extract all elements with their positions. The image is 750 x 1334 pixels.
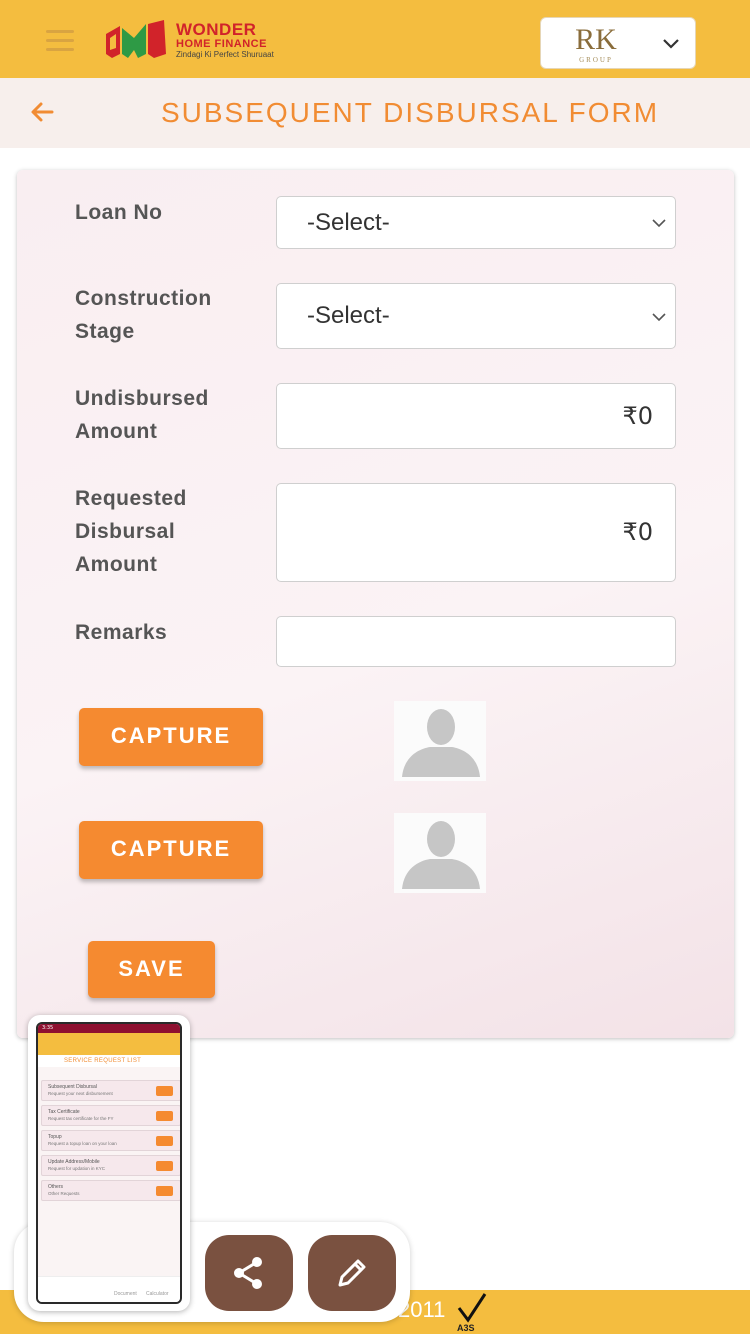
list-item-subtitle: Request a topup loan on your loan — [48, 1141, 117, 1146]
user-placeholder-icon — [394, 813, 486, 893]
brand-tagline: Zindagi Ki Perfect Shuruaat — [176, 50, 274, 59]
list-item-button — [156, 1111, 173, 1121]
list-item-title: Tax Certificate — [48, 1109, 80, 1115]
chevron-down-icon — [663, 39, 679, 49]
undisbursed-amount-label: Undisbursed Amount — [75, 382, 209, 448]
loan-no-label-text: Loan No — [75, 201, 163, 224]
list-item-button — [156, 1186, 173, 1196]
list-item: Tax Certificate Request tax certificate … — [41, 1105, 180, 1126]
list-item-subtitle: Request tax certificate for the FY — [48, 1116, 114, 1121]
undisbursed-label-line1: Undisbursed — [75, 387, 209, 410]
requested-label-line1: Requested — [75, 487, 187, 510]
chevron-down-icon — [652, 219, 666, 228]
list-item: Others Other Requests — [41, 1180, 180, 1201]
group-selector[interactable]: RK GROUP — [540, 17, 696, 69]
group-logo: RK — [575, 23, 617, 56]
app-header: WONDER HOME FINANCE Zindagi Ki Perfect S… — [0, 0, 750, 78]
list-item-title: Topup — [48, 1134, 62, 1140]
list-item: Update Address/Mobile Request for updati… — [41, 1155, 180, 1176]
remarks-label-text: Remarks — [75, 621, 168, 644]
preview-title: SERVICE REQUEST LIST — [38, 1055, 180, 1067]
preview-status-bar: 3:35 — [38, 1024, 180, 1033]
list-item: Subsequent Disbursal Request your next d… — [41, 1080, 180, 1101]
list-item-button — [156, 1161, 173, 1171]
list-item-title: Subsequent Disbursal — [48, 1084, 97, 1090]
preview-header — [38, 1033, 180, 1055]
list-item-title: Others — [48, 1184, 64, 1190]
preview-nav-calculator: Calculator — [146, 1291, 169, 1297]
preview-status-time: 3:35 — [42, 1025, 54, 1031]
pencil-icon — [338, 1259, 366, 1287]
group-logo-sub: GROUP — [579, 56, 613, 64]
construction-stage-select[interactable]: -Select- — [276, 283, 676, 349]
construction-stage-value: -Select- — [307, 302, 390, 329]
loan-no-select[interactable]: -Select- — [276, 196, 676, 249]
capture-button-2[interactable]: CAPTURE — [79, 821, 263, 879]
loan-no-label: Loan No — [75, 196, 163, 229]
save-button[interactable]: SAVE — [88, 941, 215, 998]
list-item-button — [156, 1136, 173, 1146]
undisbursed-amount-field[interactable]: ₹0 — [276, 383, 676, 449]
list-item-subtitle: Request your next disbursement — [48, 1091, 113, 1096]
brand-sub: HOME FINANCE — [176, 38, 267, 50]
preview-screen: 3:35 SERVICE REQUEST LIST Subsequent Dis… — [36, 1022, 182, 1304]
loan-no-value: -Select- — [307, 209, 390, 236]
requested-amount-value: ₹0 — [622, 518, 653, 546]
page-title: SUBSEQUENT DISBURSAL FORM — [160, 97, 660, 128]
logo-mark-icon — [106, 20, 166, 58]
share-button[interactable] — [205, 1235, 293, 1311]
user-placeholder-icon — [394, 701, 486, 781]
requested-amount-input[interactable]: ₹0 — [276, 483, 676, 582]
requested-label-line2: Disbursal — [75, 520, 176, 543]
disbursal-form: Loan No -Select- Construction Stage -Sel… — [17, 170, 734, 1038]
list-item: Topup Request a topup loan on your loan — [41, 1130, 180, 1151]
remarks-label: Remarks — [75, 616, 167, 649]
list-item-subtitle: Request for updation in KYC — [48, 1166, 106, 1171]
construction-stage-label-line2: Stage — [75, 320, 135, 343]
brand-main: WONDER — [176, 20, 257, 39]
chevron-down-icon — [652, 313, 666, 322]
preview-nav-document: Document — [114, 1291, 137, 1297]
hamburger-icon[interactable] — [46, 30, 74, 52]
brand-text: WONDER HOME FINANCE Zindagi Ki Perfect S… — [176, 20, 274, 60]
capture-button-1[interactable]: CAPTURE — [79, 708, 263, 766]
construction-stage-label: Construction Stage — [75, 282, 212, 348]
preview-bottom-nav: Document Calculator — [38, 1276, 180, 1302]
edit-button[interactable] — [308, 1235, 396, 1311]
screen-preview-thumbnail[interactable]: 3:35 SERVICE REQUEST LIST Subsequent Dis… — [28, 1015, 190, 1311]
title-bar: SUBSEQUENT DISBURSAL FORM — [0, 78, 750, 148]
requested-label-line3: Amount — [75, 553, 158, 576]
requested-amount-label: Requested Disbursal Amount — [75, 482, 187, 581]
remarks-input[interactable] — [276, 616, 676, 667]
list-item-title: Update Address/Mobile — [48, 1159, 100, 1165]
construction-stage-label-line1: Construction — [75, 287, 212, 310]
list-item-subtitle: Other Requests — [48, 1191, 80, 1196]
undisbursed-label-line2: Amount — [75, 420, 158, 443]
undisbursed-amount-value: ₹0 — [622, 402, 653, 430]
list-item-button — [156, 1086, 173, 1096]
share-icon — [234, 1257, 262, 1289]
a3s-badge-text: A3S — [457, 1323, 475, 1333]
